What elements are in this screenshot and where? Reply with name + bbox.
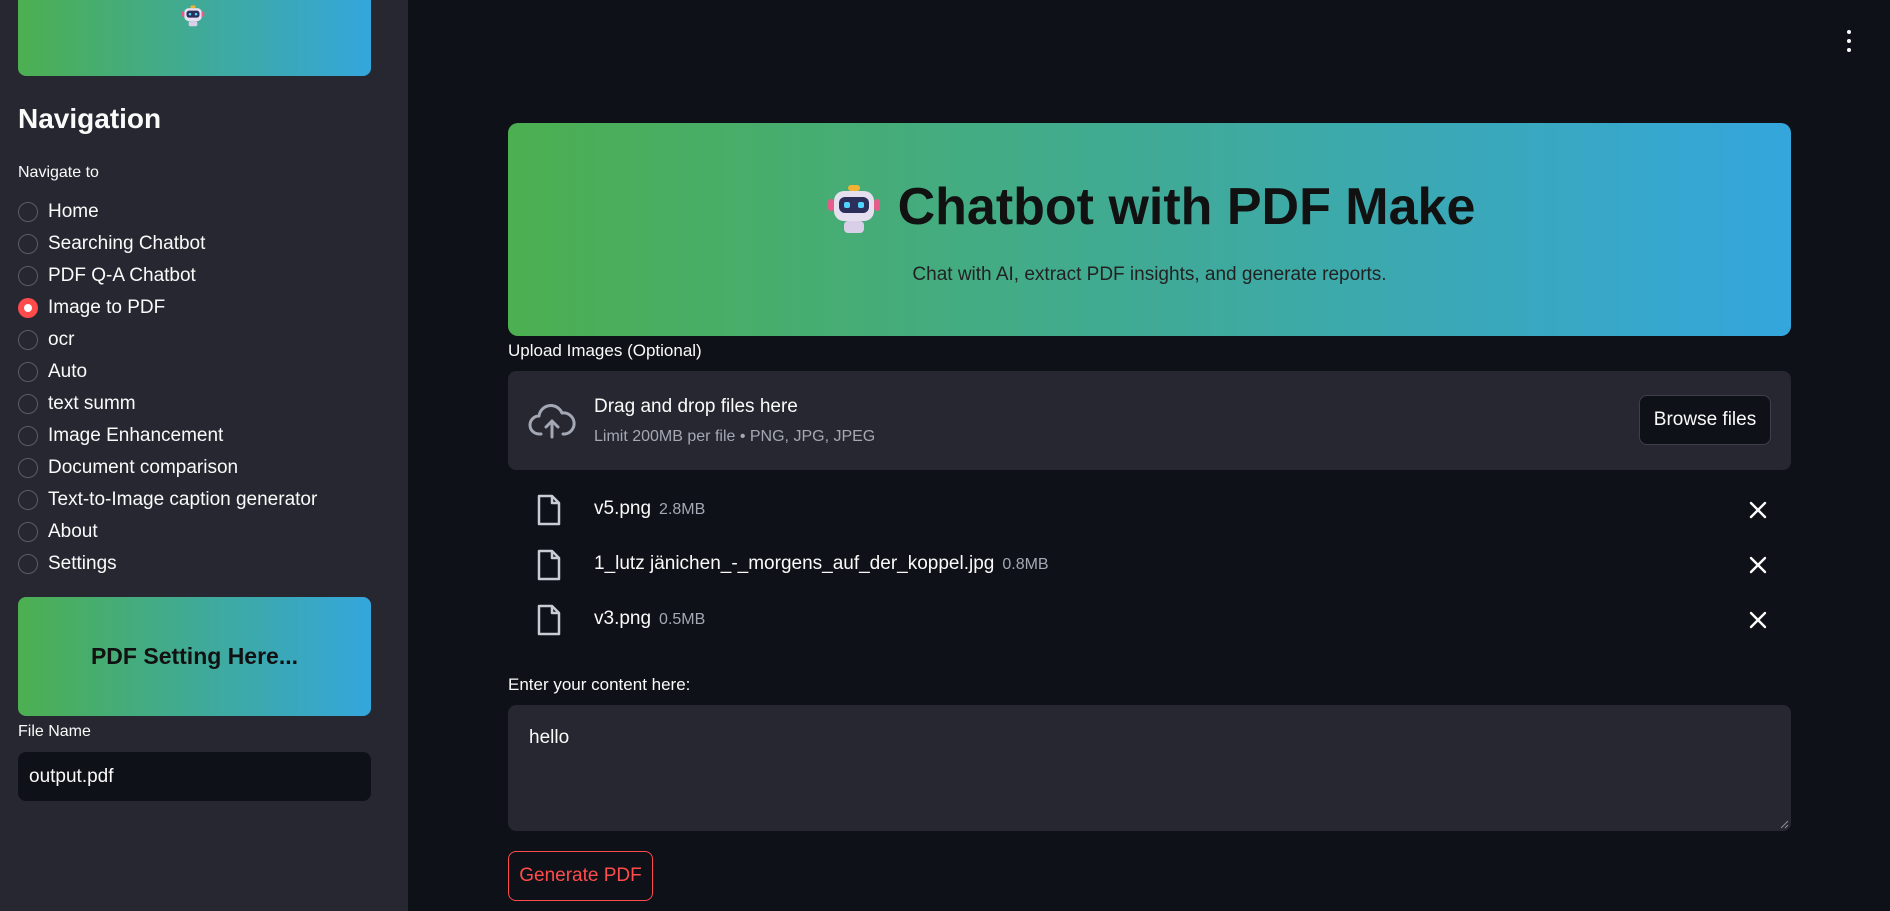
nav-radio-option[interactable]: Home xyxy=(18,196,317,228)
file-icon xyxy=(537,549,561,581)
file-dropzone[interactable]: Drag and drop files here Limit 200MB per… xyxy=(508,371,1791,470)
generate-pdf-button[interactable]: Generate PDF xyxy=(508,851,653,901)
content-label: Enter your content here: xyxy=(508,675,691,694)
radio-button-icon[interactable] xyxy=(18,202,38,222)
file-size: 0.8MB xyxy=(1002,556,1049,573)
nav-radio-label: text summ xyxy=(48,393,136,414)
file-name-label: File Name xyxy=(18,723,91,740)
nav-radio-option[interactable]: PDF Q-A Chatbot xyxy=(18,260,317,292)
radio-button-icon[interactable] xyxy=(18,266,38,286)
radio-button-icon[interactable] xyxy=(18,490,38,510)
file-name: v3.png xyxy=(594,608,652,629)
nav-radio-option[interactable]: Auto xyxy=(18,356,317,388)
robot-icon xyxy=(827,185,880,233)
pdf-setting-card: PDF Setting Here... xyxy=(18,597,371,716)
nav-radio-option[interactable]: Searching Chatbot xyxy=(18,228,317,260)
sidebar-banner xyxy=(18,0,371,76)
nav-radio-option[interactable]: Settings xyxy=(18,548,317,580)
file-icon xyxy=(537,604,561,636)
radio-button-icon[interactable] xyxy=(18,330,38,350)
page-title: Chatbot with PDF Make xyxy=(897,178,1476,236)
nav-radio-option[interactable]: Document comparison xyxy=(18,452,317,484)
radio-button-icon[interactable] xyxy=(18,554,38,574)
hero-banner: Chatbot with PDF Make Chat with AI, extr… xyxy=(508,123,1791,336)
close-icon[interactable] xyxy=(1749,556,1767,574)
nav-radio-label: Auto xyxy=(48,361,88,382)
nav-radio-label: Image Enhancement xyxy=(48,425,224,446)
file-name: v5.png xyxy=(594,498,652,519)
nav-radio-label: Home xyxy=(48,201,99,222)
nav-radio-label: Settings xyxy=(48,553,117,574)
nav-radio-option[interactable]: Text-to-Image caption generator xyxy=(18,484,317,516)
dropzone-limit-text: Limit 200MB per file • PNG, JPG, JPEG xyxy=(594,428,876,445)
close-icon[interactable] xyxy=(1749,501,1767,519)
uploaded-file-row: 1_lutz jänichen_-_morgens_auf_der_koppel… xyxy=(508,537,1791,592)
nav-radio-label: Searching Chatbot xyxy=(48,233,206,254)
nav-radio-option[interactable]: text summ xyxy=(18,388,317,420)
file-icon xyxy=(537,494,561,526)
close-icon[interactable] xyxy=(1749,611,1767,629)
upload-images-label: Upload Images (Optional) xyxy=(508,341,702,360)
nav-radio-label: About xyxy=(48,521,98,542)
nav-radio-option[interactable]: Image to PDF xyxy=(18,292,317,324)
nav-radio-option[interactable]: ocr xyxy=(18,324,317,356)
cloud-upload-icon xyxy=(528,404,576,439)
uploaded-file-list: v5.png 2.8MB 1_lutz jänichen_-_morgens_auf… xyxy=(508,482,1791,647)
kebab-menu-icon[interactable] xyxy=(1845,30,1853,52)
sidebar-heading: Navigation xyxy=(18,103,162,134)
nav-radio-option[interactable]: Image Enhancement xyxy=(18,420,317,452)
file-name-input[interactable] xyxy=(18,752,371,801)
robot-icon xyxy=(181,5,205,27)
radio-button-icon[interactable] xyxy=(18,362,38,382)
file-size: 0.5MB xyxy=(659,611,706,628)
radio-button-icon[interactable] xyxy=(18,458,38,478)
nav-radio-group: Home Searching Chatbot PDF Q-A Chatbot Imag… xyxy=(18,196,317,580)
page-subtitle: Chat with AI, extract PDF insights, and … xyxy=(912,264,1387,285)
navigate-to-label: Navigate to xyxy=(18,164,99,181)
radio-button-icon[interactable] xyxy=(18,522,38,542)
file-name: 1_lutz jänichen_-_morgens_auf_der_koppel… xyxy=(594,553,995,574)
file-name-text: 1_lutz jänichen_-_morgens_auf_der_koppel… xyxy=(594,553,1049,575)
nav-radio-label: PDF Q-A Chatbot xyxy=(48,265,196,286)
radio-button-icon[interactable] xyxy=(18,394,38,414)
hero-title-row: Chatbot with PDF Make xyxy=(508,177,1791,237)
nav-radio-label: Text-to-Image caption generator xyxy=(48,489,318,510)
uploaded-file-row: v5.png 2.8MB xyxy=(508,482,1791,537)
file-name-text: v3.png 0.5MB xyxy=(594,608,705,630)
nav-radio-label: Document comparison xyxy=(48,457,239,478)
nav-radio-label: ocr xyxy=(48,329,75,350)
dropzone-title: Drag and drop files here xyxy=(594,396,798,417)
browse-files-button[interactable]: Browse files xyxy=(1639,395,1771,445)
radio-button-icon[interactable] xyxy=(18,426,38,446)
file-name-text: v5.png 2.8MB xyxy=(594,498,705,520)
sidebar: Navigation Navigate to Home Searching Cha… xyxy=(0,0,408,911)
content-textarea[interactable] xyxy=(508,705,1791,831)
radio-button-icon[interactable] xyxy=(18,298,38,318)
uploaded-file-row: v3.png 0.5MB xyxy=(508,592,1791,647)
radio-button-icon[interactable] xyxy=(18,234,38,254)
file-size: 2.8MB xyxy=(659,501,706,518)
resize-handle-icon[interactable] xyxy=(1779,819,1789,829)
nav-radio-option[interactable]: About xyxy=(18,516,317,548)
nav-radio-label: Image to PDF xyxy=(48,297,166,318)
